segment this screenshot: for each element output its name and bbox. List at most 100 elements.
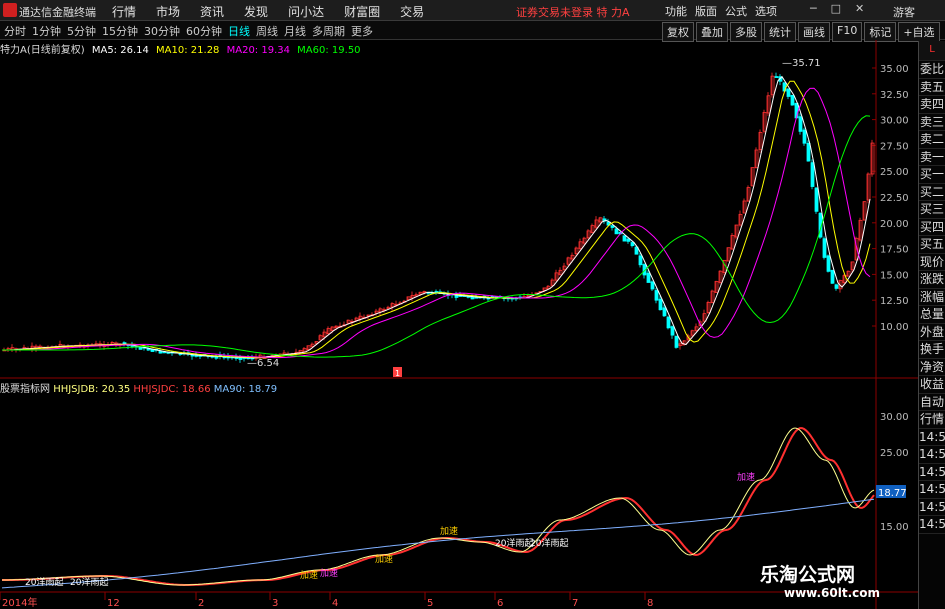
sidebar-item[interactable]: 总量 (919, 306, 945, 324)
candle-body (550, 279, 555, 286)
sidebar-item[interactable]: 自动 (919, 394, 945, 411)
signal-label: 加速 (320, 568, 338, 579)
sidebar-item[interactable]: 14:56 (919, 499, 945, 516)
sidebar-item[interactable]: 卖四 (919, 96, 945, 114)
login-status: 证券交易未登录 特 力A (516, 6, 630, 19)
candle-body (798, 116, 803, 132)
tab-multi-period[interactable]: 多周期 (312, 23, 345, 39)
price-tick-label: 10.00 (880, 322, 909, 333)
minimize-icon[interactable]: ─ (810, 2, 817, 15)
ma60-line (2, 115, 871, 358)
candle-body (706, 301, 711, 313)
sidebar-item[interactable]: 现价 (919, 254, 945, 271)
candle-body (310, 343, 315, 347)
multi-stock-button[interactable]: 多股 (730, 22, 762, 42)
sidebar-item[interactable]: 委比 (919, 61, 945, 79)
price-tick-label: 32.50 (880, 90, 909, 101)
tab-daily[interactable]: 日线 (228, 23, 250, 39)
sidebar-item[interactable]: 买五 (919, 236, 945, 254)
candle-body (850, 261, 855, 271)
sidebar-item[interactable]: 涨跌 (919, 271, 945, 289)
layout-button[interactable]: 版面 (695, 3, 717, 19)
sidebar-item[interactable]: 14:56 (919, 464, 945, 481)
menu-news[interactable]: 资讯 (200, 3, 224, 20)
candle-body (322, 331, 327, 338)
candle-body (758, 131, 763, 150)
options-button[interactable]: 选项 (755, 3, 777, 19)
signal-label: 20洋雨起 (530, 537, 568, 549)
tab-60min[interactable]: 60分钟 (186, 23, 222, 39)
overlay-button[interactable]: 叠加 (696, 22, 728, 42)
tab-weekly[interactable]: 周线 (256, 23, 278, 39)
chart-area[interactable]: 35.00 32.50 30.00 27.50 25.00 22.50 20.00 17.50… (0, 40, 918, 609)
f10-button[interactable]: F10 (832, 22, 863, 42)
tab-intraday[interactable]: 分时 (4, 23, 26, 39)
candle-body (570, 254, 575, 260)
statistics-button[interactable]: 统计 (764, 22, 796, 42)
sidebar-item[interactable]: 买四 (919, 219, 945, 236)
candle-body (862, 201, 867, 221)
sidebar-item[interactable]: 买二 (919, 184, 945, 201)
x-tick-label: 2014年 (2, 596, 37, 609)
price-tick-label: 30.00 (880, 116, 909, 127)
candle-body (390, 303, 395, 308)
sidebar-item[interactable]: 14:56 (919, 481, 945, 499)
candle-body (626, 238, 631, 242)
tab-1min[interactable]: 1分钟 (32, 23, 61, 39)
tab-monthly[interactable]: 月线 (284, 23, 306, 39)
sidebar-item[interactable]: L (919, 41, 945, 61)
menu-trade[interactable]: 交易 (400, 3, 424, 20)
sidebar-item[interactable]: 卖五 (919, 79, 945, 96)
menu-quotes[interactable]: 行情 (112, 3, 136, 20)
candle-body (774, 76, 779, 78)
candle-body (690, 330, 695, 336)
tab-5min[interactable]: 5分钟 (67, 23, 96, 39)
menu-discover[interactable]: 发现 (244, 3, 268, 20)
add-watchlist-button[interactable]: +自选 (898, 22, 940, 42)
close-icon[interactable]: ✕ (855, 2, 864, 15)
menu-market[interactable]: 市场 (156, 3, 180, 20)
candle-body (566, 257, 571, 265)
sidebar-item[interactable]: 换手 (919, 341, 945, 359)
sidebar-item[interactable]: 行情 (919, 411, 945, 429)
draw-line-button[interactable]: 画线 (798, 22, 830, 42)
candle-body (594, 219, 599, 228)
sidebar-item[interactable]: 买三 (919, 201, 945, 219)
candle-body (670, 326, 675, 336)
candle-body (406, 296, 411, 301)
candle-body (806, 142, 811, 162)
sidebar-item[interactable]: 买一 (919, 166, 945, 184)
sidebar-item[interactable]: 收益 (919, 376, 945, 394)
tab-15min[interactable]: 15分钟 (102, 23, 138, 39)
candle-body (766, 95, 771, 114)
sidebar-item[interactable]: 14:55 (919, 446, 945, 464)
indicator-tick-label: 30.00 (880, 412, 909, 423)
guest-label[interactable]: 游客 (893, 4, 915, 20)
sidebar-item[interactable]: 净资 (919, 359, 945, 376)
sidebar-item[interactable]: 涨幅 (919, 289, 945, 306)
function-button[interactable]: 功能 (665, 3, 687, 19)
sidebar-item[interactable]: 卖三 (919, 114, 945, 131)
menu-ask[interactable]: 问小达 (288, 3, 324, 20)
candle-body (870, 142, 875, 175)
maximize-icon[interactable]: □ (831, 2, 841, 15)
candle-body (858, 219, 863, 241)
candle-body (762, 112, 767, 132)
candle-body (638, 255, 643, 266)
tab-more[interactable]: 更多 (351, 23, 373, 39)
candle-body (666, 316, 671, 329)
candle-body (554, 272, 559, 281)
menu-wealth[interactable]: 财富圈 (344, 3, 380, 20)
sidebar-item[interactable]: 14:56 (919, 516, 945, 534)
sidebar-item[interactable]: 卖一 (919, 149, 945, 166)
price-tick-label: 12.50 (880, 296, 909, 307)
sidebar-item[interactable]: 卖二 (919, 131, 945, 149)
restore-rights-button[interactable]: 复权 (662, 22, 694, 42)
formula-button[interactable]: 公式 (725, 3, 747, 19)
app-logo-icon (3, 3, 17, 17)
mark-button[interactable]: 标记 (864, 22, 897, 42)
tab-30min[interactable]: 30分钟 (144, 23, 180, 39)
watermark-title: 乐淘公式网 (760, 564, 856, 586)
sidebar-item[interactable]: 14:55 (919, 429, 945, 446)
sidebar-item[interactable]: 外盘 (919, 324, 945, 341)
